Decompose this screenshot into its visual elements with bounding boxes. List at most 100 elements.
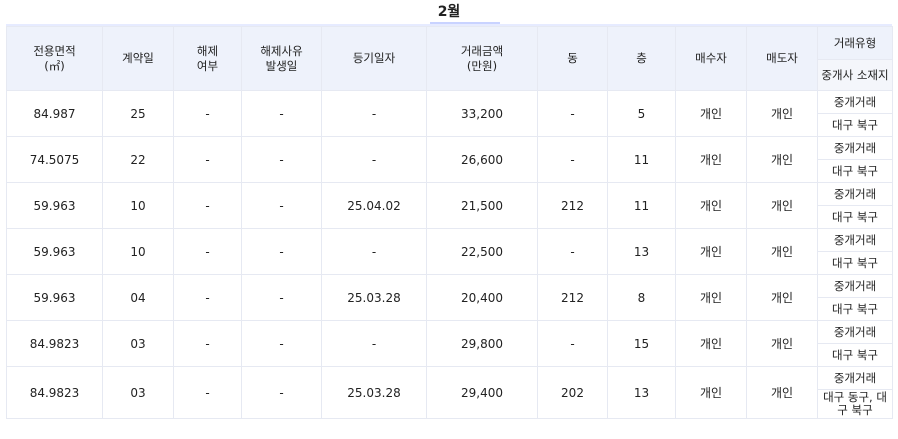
cell-agent-location: 대구 북구 xyxy=(817,343,893,367)
cell-day: 03 xyxy=(102,320,174,367)
header-cancel-reason-date: 해제사유 발생일 xyxy=(241,26,322,91)
cell-reg-date: 25.03.28 xyxy=(321,274,427,321)
cell-agent-location: 대구 북구 xyxy=(817,205,893,229)
cell-buyer: 개인 xyxy=(675,136,747,183)
cell-seller: 개인 xyxy=(746,320,818,367)
cell-buyer: 개인 xyxy=(675,274,747,321)
cell-area: 59.963 xyxy=(6,274,103,321)
cell-cancel: - xyxy=(173,366,242,419)
cell-cancel-reason-date: - xyxy=(241,366,322,419)
transactions-table: 전용면적 (㎡) 계약일 해제 여부 해제사유 발생일 등기일자 거래금액 (만… xyxy=(6,26,893,419)
cell-day: 25 xyxy=(102,90,174,137)
cell-cancel-reason-date: - xyxy=(241,90,322,137)
table-row: 59.963 04- -25.03.28 20,400 212 8 개인 개인 중개거래 xyxy=(6,274,893,321)
cell-deal-type: 중개거래 xyxy=(817,366,893,390)
cell-deal-type: 중개거래 xyxy=(817,90,893,114)
cell-buyer: 개인 xyxy=(675,182,747,229)
cell-seller: 개인 xyxy=(746,90,818,137)
cell-price: 29,400 xyxy=(426,366,538,419)
table-row: 84.987 25- - -33,200-5 개인 개인 중개거래 xyxy=(6,90,893,137)
cell-area: 59.963 xyxy=(6,182,103,229)
header-agent-location: 중개사 소재지 xyxy=(817,59,893,91)
cell-price: 22,500 xyxy=(426,228,538,275)
cell-buyer: 개인 xyxy=(675,320,747,367)
cell-reg-date: 25.03.28 xyxy=(321,366,427,419)
cell-cancel: - xyxy=(173,182,242,229)
cell-seller: 개인 xyxy=(746,136,818,183)
cell-floor: 15 xyxy=(607,320,676,367)
cell-dong: - xyxy=(537,136,608,183)
cell-day: 04 xyxy=(102,274,174,321)
cell-agent-location: 대구 북구 xyxy=(817,113,893,137)
cell-dong: - xyxy=(537,320,608,367)
header-cancel: 해제 여부 xyxy=(173,26,242,91)
cell-day: 03 xyxy=(102,366,174,419)
cell-price: 33,200 xyxy=(426,90,538,137)
cell-cancel: - xyxy=(173,320,242,367)
cell-agent-location: 대구 북구 xyxy=(817,159,893,183)
cell-deal-type: 중개거래 xyxy=(817,182,893,206)
cell-agent-location: 대구 동구, 대구 북구 xyxy=(817,389,893,419)
cell-seller: 개인 xyxy=(746,182,818,229)
cell-price: 26,600 xyxy=(426,136,538,183)
cell-area: 84.9823 xyxy=(6,320,103,367)
cell-deal-type: 중개거래 xyxy=(817,320,893,344)
table-body: 84.987 25- - -33,200-5 개인 개인 중개거래 대구 북구 74.5075 2… xyxy=(6,90,893,419)
cell-floor: 13 xyxy=(607,228,676,275)
table-header: 전용면적 (㎡) 계약일 해제 여부 해제사유 발생일 등기일자 거래금액 (만… xyxy=(6,26,893,91)
header-deal-type: 거래유형 xyxy=(817,26,893,60)
cell-price: 21,500 xyxy=(426,182,538,229)
cell-price: 20,400 xyxy=(426,274,538,321)
header-buyer: 매수자 xyxy=(675,26,747,91)
header-area: 전용면적 (㎡) xyxy=(6,26,103,91)
cell-cancel: - xyxy=(173,274,242,321)
cell-reg-date: - xyxy=(321,136,427,183)
cell-reg-date: - xyxy=(321,228,427,275)
cell-seller: 개인 xyxy=(746,228,818,275)
cell-dong: - xyxy=(537,90,608,137)
header-day: 계약일 xyxy=(102,26,174,91)
header-dong: 동 xyxy=(537,26,608,91)
header-floor: 층 xyxy=(607,26,676,91)
cell-cancel: - xyxy=(173,228,242,275)
table-row: 59.963 10- - -22,500-13 개인 개인 중개거래 xyxy=(6,228,893,275)
cell-buyer: 개인 xyxy=(675,90,747,137)
cell-dong: 212 xyxy=(537,274,608,321)
cell-buyer: 개인 xyxy=(675,228,747,275)
cell-day: 10 xyxy=(102,228,174,275)
cell-floor: 13 xyxy=(607,366,676,419)
table-row: 84.9823 03- -25.03.28 29,400 202 13 개인 개인 중개거래 xyxy=(6,366,893,419)
cell-floor: 5 xyxy=(607,90,676,137)
cell-agent-location: 대구 북구 xyxy=(817,297,893,321)
cell-cancel-reason-date: - xyxy=(241,274,322,321)
cell-deal-type: 중개거래 xyxy=(817,274,893,298)
table-row: 59.963 10- -25.04.02 21,500 212 11 개인 개인 중개거래 xyxy=(6,182,893,229)
cell-cancel-reason-date: - xyxy=(241,182,322,229)
month-label: 2월 xyxy=(437,4,461,20)
cell-cancel-reason-date: - xyxy=(241,320,322,367)
cell-reg-date: 25.04.02 xyxy=(321,182,427,229)
cell-reg-date: - xyxy=(321,90,427,137)
month-title: 2월 xyxy=(0,0,898,26)
cell-floor: 8 xyxy=(607,274,676,321)
cell-area: 84.987 xyxy=(6,90,103,137)
header-seller: 매도자 xyxy=(746,26,818,91)
cell-cancel: - xyxy=(173,136,242,183)
cell-cancel-reason-date: - xyxy=(241,228,322,275)
cell-floor: 11 xyxy=(607,136,676,183)
header-price: 거래금액 (만원) xyxy=(426,26,538,91)
cell-floor: 11 xyxy=(607,182,676,229)
cell-area: 74.5075 xyxy=(6,136,103,183)
cell-agent-location: 대구 북구 xyxy=(817,251,893,275)
cell-deal-type: 중개거래 xyxy=(817,136,893,160)
cell-seller: 개인 xyxy=(746,366,818,419)
cell-reg-date: - xyxy=(321,320,427,367)
header-reg-date: 등기일자 xyxy=(321,26,427,91)
cell-dong: 212 xyxy=(537,182,608,229)
cell-dong: - xyxy=(537,228,608,275)
cell-seller: 개인 xyxy=(746,274,818,321)
cell-day: 22 xyxy=(102,136,174,183)
cell-dong: 202 xyxy=(537,366,608,419)
table-row: 74.5075 22- - -26,600-11 개인 개인 중개거래 xyxy=(6,136,893,183)
table-row: 84.9823 03- - -29,800-15 개인 개인 중개거래 xyxy=(6,320,893,367)
